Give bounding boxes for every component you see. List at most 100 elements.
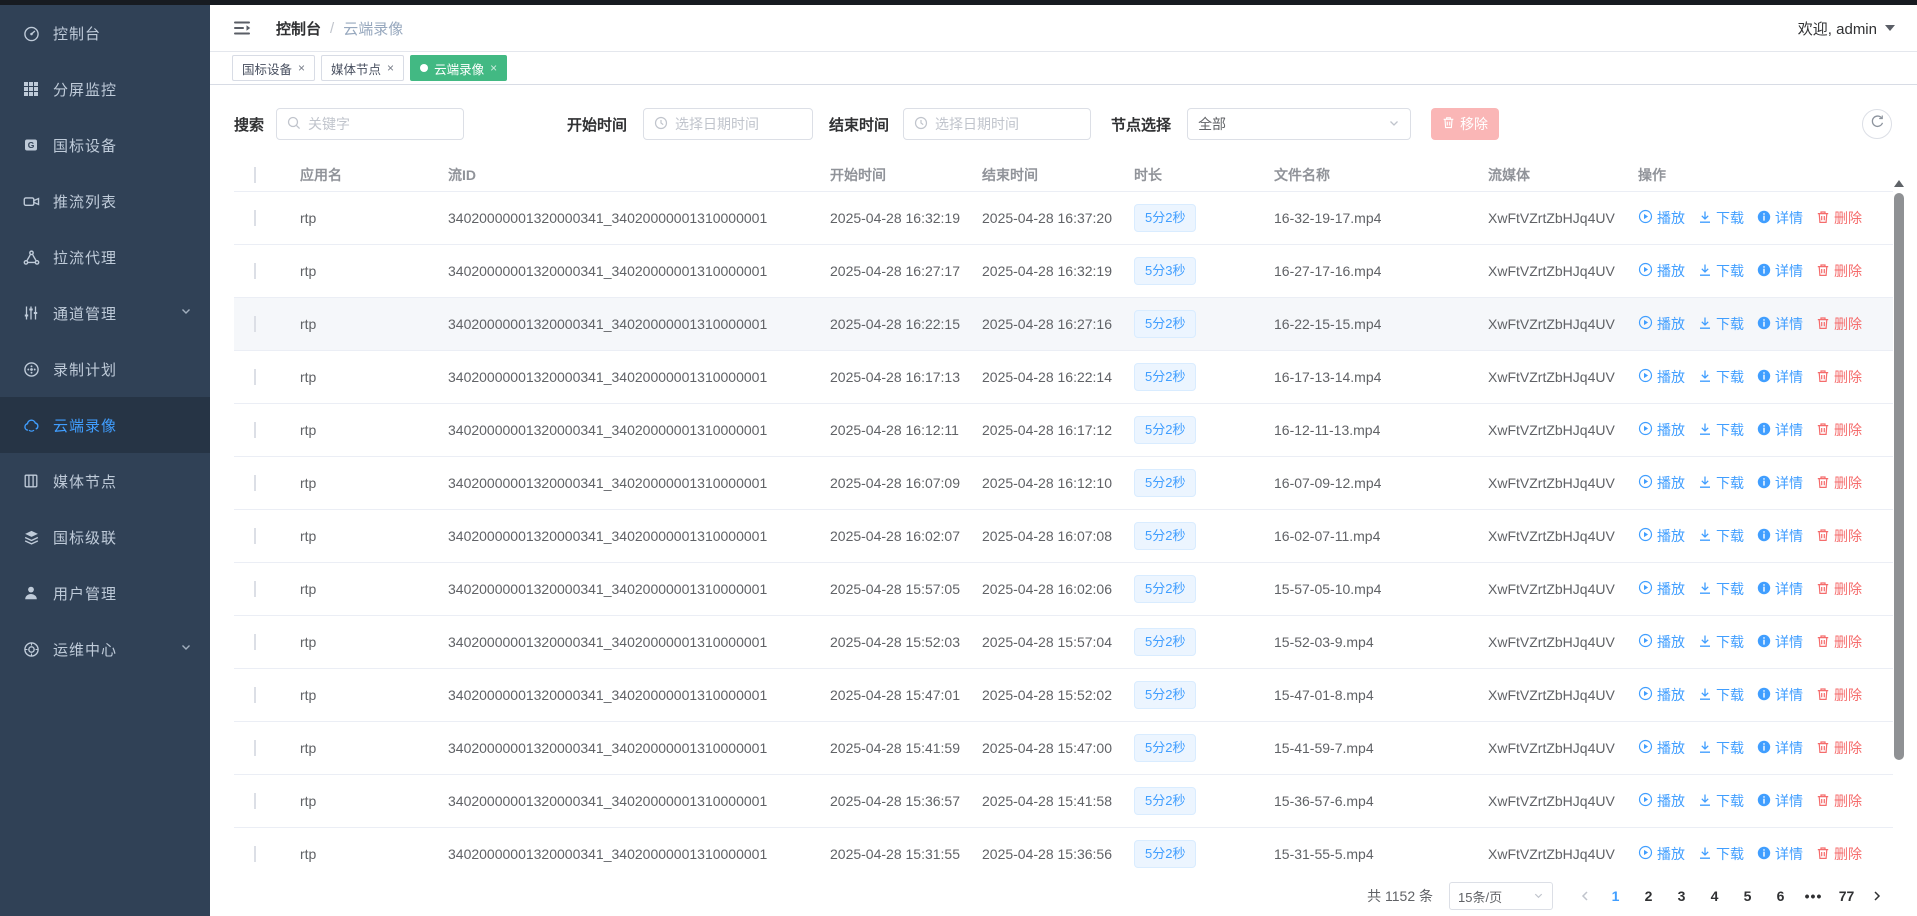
detail-button[interactable]: 详情 (1757, 632, 1803, 652)
detail-button[interactable]: 详情 (1757, 261, 1803, 281)
play-button[interactable]: 播放 (1638, 420, 1685, 440)
play-button[interactable]: 播放 (1638, 632, 1685, 652)
page-number-3[interactable]: 3 (1665, 888, 1698, 904)
row-checkbox[interactable] (254, 263, 256, 279)
delete-button[interactable]: 删除 (1816, 632, 1862, 652)
next-page-button[interactable] (1863, 890, 1891, 902)
sidebar-item-ops-center[interactable]: 运维中心 (0, 621, 210, 677)
sidebar-item-push-stream[interactable]: 推流列表 (0, 173, 210, 229)
close-icon[interactable]: × (298, 62, 305, 74)
download-button[interactable]: 下载 (1698, 791, 1744, 811)
page-number-2[interactable]: 2 (1632, 888, 1665, 904)
row-checkbox[interactable] (254, 687, 256, 703)
row-checkbox[interactable] (254, 528, 256, 544)
sidebar-item-dashboard[interactable]: 控制台 (0, 5, 210, 61)
download-button[interactable]: 下载 (1698, 314, 1744, 334)
search-input[interactable]: 关键字 (276, 108, 464, 140)
scroll-up-arrow-icon[interactable] (1894, 180, 1904, 187)
remove-button[interactable]: 移除 (1431, 108, 1499, 140)
play-button[interactable]: 播放 (1638, 579, 1685, 599)
row-checkbox[interactable] (254, 581, 256, 597)
sidebar-item-split-screen[interactable]: 分屏监控 (0, 61, 210, 117)
tag-view-tab-1[interactable]: 国标设备× (232, 55, 315, 81)
delete-button[interactable]: 删除 (1816, 844, 1862, 864)
close-icon[interactable]: × (387, 62, 394, 74)
download-button[interactable]: 下载 (1698, 632, 1744, 652)
detail-button[interactable]: 详情 (1757, 208, 1803, 228)
breadcrumb-root[interactable]: 控制台 (276, 18, 321, 39)
play-button[interactable]: 播放 (1638, 844, 1685, 864)
row-checkbox[interactable] (254, 422, 256, 438)
detail-button[interactable]: 详情 (1757, 791, 1803, 811)
delete-button[interactable]: 删除 (1816, 367, 1862, 387)
row-checkbox[interactable] (254, 740, 256, 756)
delete-button[interactable]: 删除 (1816, 685, 1862, 705)
download-button[interactable]: 下载 (1698, 579, 1744, 599)
delete-button[interactable]: 删除 (1816, 526, 1862, 546)
download-button[interactable]: 下载 (1698, 473, 1744, 493)
sidebar-collapse-icon[interactable] (232, 17, 254, 39)
download-button[interactable]: 下载 (1698, 208, 1744, 228)
detail-button[interactable]: 详情 (1757, 420, 1803, 440)
page-number-77[interactable]: 77 (1830, 888, 1863, 904)
download-button[interactable]: 下载 (1698, 420, 1744, 440)
detail-button[interactable]: 详情 (1757, 579, 1803, 599)
play-button[interactable]: 播放 (1638, 367, 1685, 387)
play-button[interactable]: 播放 (1638, 685, 1685, 705)
delete-button[interactable]: 删除 (1816, 738, 1862, 758)
node-select[interactable]: 全部 (1187, 108, 1411, 140)
download-button[interactable]: 下载 (1698, 526, 1744, 546)
detail-button[interactable]: 详情 (1757, 473, 1803, 493)
page-number-1[interactable]: 1 (1599, 888, 1632, 904)
detail-button[interactable]: 详情 (1757, 738, 1803, 758)
row-checkbox[interactable] (254, 846, 256, 862)
start-time-input[interactable]: 选择日期时间 (643, 108, 813, 140)
row-checkbox[interactable] (254, 316, 256, 332)
play-button[interactable]: 播放 (1638, 208, 1685, 228)
play-button[interactable]: 播放 (1638, 526, 1685, 546)
sidebar-item-cloud-record[interactable]: 云端录像 (0, 397, 210, 453)
row-checkbox[interactable] (254, 475, 256, 491)
row-checkbox[interactable] (254, 369, 256, 385)
detail-button[interactable]: 详情 (1757, 526, 1803, 546)
end-time-input[interactable]: 选择日期时间 (903, 108, 1091, 140)
delete-button[interactable]: 删除 (1816, 579, 1862, 599)
sidebar-item-gb-device[interactable]: G国标设备 (0, 117, 210, 173)
download-button[interactable]: 下载 (1698, 367, 1744, 387)
pagination-ellipsis[interactable]: ••• (1797, 888, 1830, 904)
vertical-scrollbar[interactable] (1893, 158, 1905, 884)
play-button[interactable]: 播放 (1638, 261, 1685, 281)
refresh-button[interactable] (1862, 109, 1892, 139)
select-all-checkbox[interactable] (254, 167, 256, 183)
download-button[interactable]: 下载 (1698, 844, 1744, 864)
tag-view-tab-3[interactable]: 云端录像× (410, 55, 507, 81)
delete-button[interactable]: 删除 (1816, 314, 1862, 334)
sidebar-item-gb-cascade[interactable]: 国标级联 (0, 509, 210, 565)
close-icon[interactable]: × (490, 62, 497, 74)
play-button[interactable]: 播放 (1638, 314, 1685, 334)
play-button[interactable]: 播放 (1638, 473, 1685, 493)
delete-button[interactable]: 删除 (1816, 261, 1862, 281)
user-menu[interactable]: 欢迎, admin (1798, 18, 1895, 39)
detail-button[interactable]: 详情 (1757, 314, 1803, 334)
download-button[interactable]: 下载 (1698, 261, 1744, 281)
detail-button[interactable]: 详情 (1757, 367, 1803, 387)
detail-button[interactable]: 详情 (1757, 844, 1803, 864)
page-number-6[interactable]: 6 (1764, 888, 1797, 904)
prev-page-button[interactable] (1571, 890, 1599, 902)
row-checkbox[interactable] (254, 210, 256, 226)
download-button[interactable]: 下载 (1698, 685, 1744, 705)
download-button[interactable]: 下载 (1698, 738, 1744, 758)
page-number-5[interactable]: 5 (1731, 888, 1764, 904)
delete-button[interactable]: 删除 (1816, 420, 1862, 440)
page-size-select[interactable]: 15条/页 (1449, 882, 1553, 910)
play-button[interactable]: 播放 (1638, 791, 1685, 811)
tag-view-tab-2[interactable]: 媒体节点× (321, 55, 404, 81)
sidebar-item-record-plan[interactable]: 录制计划 (0, 341, 210, 397)
play-button[interactable]: 播放 (1638, 738, 1685, 758)
detail-button[interactable]: 详情 (1757, 685, 1803, 705)
sidebar-item-media-node[interactable]: 媒体节点 (0, 453, 210, 509)
sidebar-item-pull-proxy[interactable]: 拉流代理 (0, 229, 210, 285)
delete-button[interactable]: 删除 (1816, 473, 1862, 493)
scrollbar-thumb[interactable] (1894, 193, 1904, 760)
